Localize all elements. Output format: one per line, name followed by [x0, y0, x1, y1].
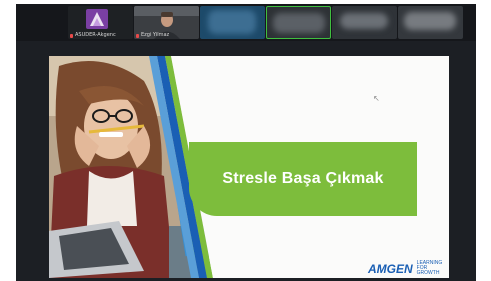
mic-muted-icon	[70, 34, 73, 38]
slide-title-banner: Stresle Başa Çıkmak	[189, 142, 417, 216]
blurred-video	[404, 12, 456, 30]
participant-tile[interactable]	[200, 6, 265, 39]
participant-name: ASUDER-Akgenc	[75, 32, 116, 38]
brand-tagline: LEARNING FOR GROWTH	[417, 261, 449, 276]
participant-tile[interactable]	[332, 6, 397, 39]
blurred-video	[273, 13, 325, 33]
participant-tile-active[interactable]	[266, 6, 331, 39]
slide-title: Stresle Başa Çıkmak	[222, 170, 384, 187]
shared-slide: Stresle Başa Çıkmak ↖ AMGEN LEARNING FOR…	[49, 56, 449, 278]
brand-logo: AMGEN LEARNING FOR GROWTH	[368, 261, 449, 276]
participant-tile[interactable]	[398, 6, 463, 39]
mic-muted-icon	[136, 34, 139, 38]
participant-name: Ezgi Yilmaz	[141, 32, 170, 38]
blurred-video	[340, 13, 388, 29]
brand-tagline-line2: FOR GROWTH	[416, 265, 440, 276]
blurred-video	[208, 10, 256, 34]
participant-strip: ASUDER-Akgenc Ezgi Yilmaz	[16, 4, 476, 41]
participant-tile[interactable]: Ezgi Yilmaz	[134, 6, 199, 39]
mouse-cursor-icon: ↖	[373, 94, 380, 103]
brand-name: AMGEN	[368, 261, 413, 276]
participant-tile[interactable]: ASUDER-Akgenc	[68, 6, 133, 39]
